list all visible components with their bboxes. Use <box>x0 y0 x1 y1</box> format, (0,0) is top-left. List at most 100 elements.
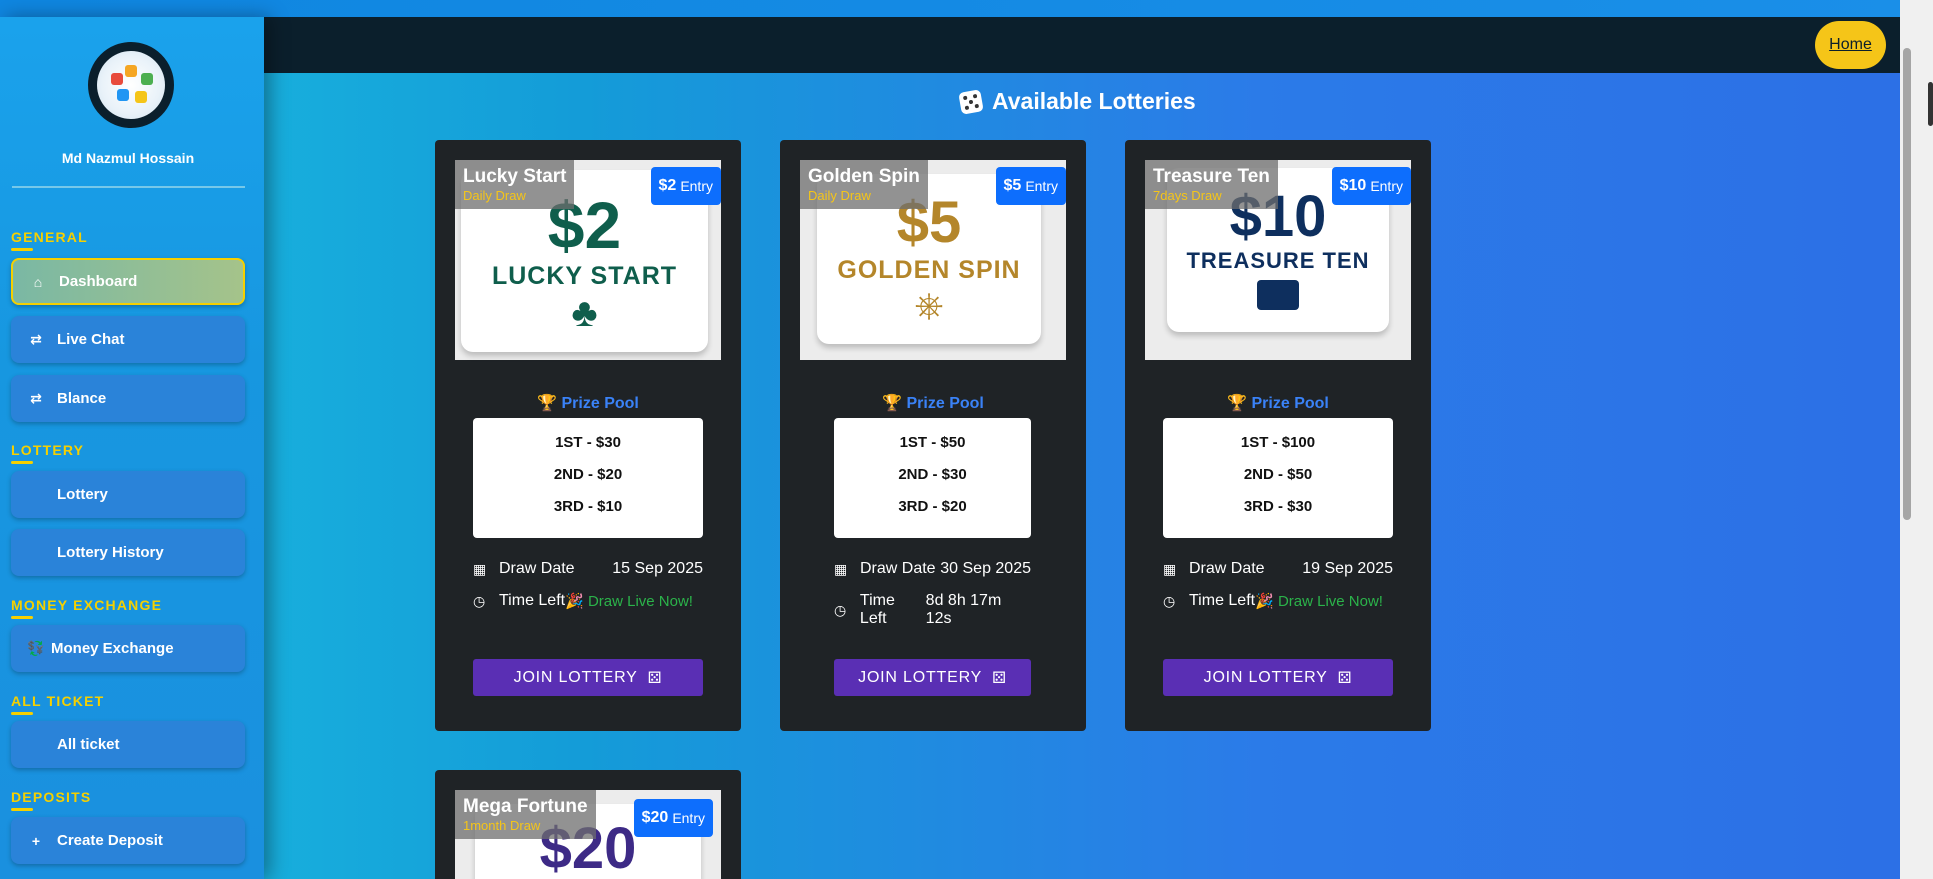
top-header: Home <box>264 17 1900 73</box>
sidebar-item-label: Money Exchange <box>51 640 174 657</box>
sidebar-item-balance[interactable]: ⇄ Blance <box>11 375 245 422</box>
draw-date-row: ▦ Draw Date 15 Sep 2025 <box>473 560 703 578</box>
section-lottery: LOTTERY <box>11 442 84 464</box>
draw-date-value: 15 Sep 2025 <box>612 560 703 577</box>
exchange-icon: ⇄ <box>30 390 42 406</box>
sidebar-item-live-chat[interactable]: ⇄ Live Chat <box>11 316 245 363</box>
sidebar-item-dashboard[interactable]: ⌂ Dashboard <box>11 258 245 305</box>
card-name: Golden Spin <box>808 166 920 187</box>
draw-date-label: Draw Date <box>860 560 936 577</box>
entry-amount: $20 <box>641 809 669 826</box>
page-scrollbar[interactable] <box>1900 0 1933 879</box>
draw-date-value: 19 Sep 2025 <box>1302 560 1393 577</box>
clock-icon: ◷ <box>834 601 847 618</box>
entry-label: Entry <box>672 810 705 826</box>
draw-date-label: Draw Date <box>1189 560 1265 577</box>
avatar-decor <box>117 89 129 101</box>
section-general: GENERAL <box>11 229 88 251</box>
wheel-icon: ⎈ <box>914 284 944 325</box>
card-title-overlay: Treasure Ten 7days Draw <box>1145 160 1278 209</box>
entry-amount: $2 <box>658 177 677 194</box>
card-name: Treasure Ten <box>1153 166 1270 187</box>
card-frequency: Daily Draw <box>463 188 526 203</box>
sidebar-item-all-ticket[interactable]: All ticket <box>11 721 245 768</box>
calendar-icon: ▦ <box>473 560 487 577</box>
sidebar-item-label: Live Chat <box>57 331 125 348</box>
card-name: Lucky Start <box>463 166 567 187</box>
lottery-card: $20 Mega Fortune 1month Draw $20 Entry <box>435 770 741 879</box>
entry-amount: $5 <box>1003 177 1022 194</box>
top-strip <box>0 0 1933 17</box>
join-label: JOIN LOTTERY <box>1203 668 1328 686</box>
clock-icon: ◷ <box>473 592 486 609</box>
section-all-ticket: ALL TICKET <box>11 693 104 715</box>
sidebar-item-lottery[interactable]: Lottery <box>11 471 245 518</box>
time-left-row: ◷ Time Left 🎉 Draw Live Now! <box>1163 592 1393 610</box>
entry-label: Entry <box>1370 178 1403 194</box>
time-left-label: Time Left <box>859 592 895 627</box>
home-button[interactable]: Home <box>1815 21 1886 69</box>
time-left-row: ◷ Time Left 🎉 Draw Live Now! <box>473 592 703 610</box>
prize-first: 1ST - $100 <box>1240 434 1316 451</box>
dice-icon: ⚄ <box>647 669 663 687</box>
prize-third: 3RD - $20 <box>898 498 967 515</box>
draw-date-label: Draw Date <box>499 560 575 577</box>
prize-pool-title: 🏆 Prize Pool <box>1227 395 1329 412</box>
join-lottery-button[interactable]: JOIN LOTTERY ⚄ <box>473 659 703 696</box>
prize-box: 1ST - $30 2ND - $20 3RD - $10 <box>473 418 703 538</box>
calendar-icon: ▦ <box>1163 560 1177 577</box>
prize-first: 1ST - $30 <box>555 434 621 451</box>
time-left-label: Time Left <box>499 592 566 609</box>
dice-icon: ⚄ <box>992 669 1007 687</box>
time-left-value: 🎉 Draw Live Now! <box>565 593 693 610</box>
prize-pool-label: Prize Pool <box>1251 395 1329 412</box>
draw-date-row: ▦ Draw Date 19 Sep 2025 <box>1163 560 1393 578</box>
scrollbar-thumb[interactable] <box>1903 48 1911 520</box>
prize-second: 2ND - $50 <box>1243 466 1313 483</box>
dice-icon <box>958 88 984 115</box>
sidebar-divider <box>12 186 245 188</box>
sidebar-item-label: Create Deposit <box>57 832 163 849</box>
prize-box: 1ST - $100 2ND - $50 3RD - $30 <box>1163 418 1393 538</box>
prize-pool-title: 🏆 Prize Pool <box>882 395 984 412</box>
sidebar-item-label: Lottery History <box>57 544 164 561</box>
avatar-image <box>97 51 165 119</box>
prize-second: 2ND - $30 <box>898 466 967 483</box>
prize-second: 2ND - $20 <box>553 466 623 483</box>
entry-badge: $2 Entry <box>650 167 721 205</box>
clover-icon: ♣ <box>571 291 598 335</box>
prize-pool-label: Prize Pool <box>561 395 639 412</box>
prize-third: 3RD - $10 <box>553 498 623 515</box>
avatar-decor <box>125 65 137 77</box>
lottery-card: $10 TREASURE TEN Treasure Ten 7days Draw… <box>1125 140 1431 731</box>
sidebar-item-create-deposit[interactable]: + Create Deposit <box>11 817 245 864</box>
home-icon: ⌂ <box>33 273 43 290</box>
sidebar-item-money-exchange[interactable]: 💱 Money Exchange <box>11 625 245 672</box>
art-name: TREASURE TEN <box>1186 248 1370 273</box>
art-name: GOLDEN SPIN <box>837 256 1021 284</box>
avatar[interactable] <box>88 42 174 128</box>
time-left-value: 8d 8h 17m 12s <box>925 592 1002 627</box>
sidebar-item-label: Blance <box>57 390 107 407</box>
entry-badge: $10 Entry <box>1331 167 1411 205</box>
sidebar-item-lottery-history[interactable]: Lottery History <box>11 529 245 576</box>
join-lottery-button[interactable]: JOIN LOTTERY ⚄ <box>834 659 1031 696</box>
card-name: Mega Fortune <box>463 796 588 817</box>
avatar-decor <box>141 73 153 85</box>
prize-pool-label: Prize Pool <box>906 395 984 412</box>
card-title-overlay: Golden Spin Daily Draw <box>800 160 928 209</box>
time-left-row: ◷ Time Left 8d 8h 17m 12s <box>834 592 1031 628</box>
sidebar-item-label: Dashboard <box>59 273 138 290</box>
entry-label: Entry <box>1025 178 1058 194</box>
avatar-decor <box>135 91 147 103</box>
card-frequency: Daily Draw <box>808 188 871 203</box>
page-title-text: Available Lotteries <box>992 88 1196 114</box>
calendar-icon: ▦ <box>834 560 848 577</box>
card-frequency: 1month Draw <box>463 818 541 833</box>
join-lottery-button[interactable]: JOIN LOTTERY ⚄ <box>1163 659 1393 696</box>
scroll-edge-marker <box>1928 82 1933 126</box>
time-left-value: 🎉 Draw Live Now! <box>1255 593 1383 610</box>
join-label: JOIN LOTTERY <box>513 668 638 686</box>
entry-badge: $5 Entry <box>995 167 1066 205</box>
chest-icon <box>1257 280 1299 310</box>
